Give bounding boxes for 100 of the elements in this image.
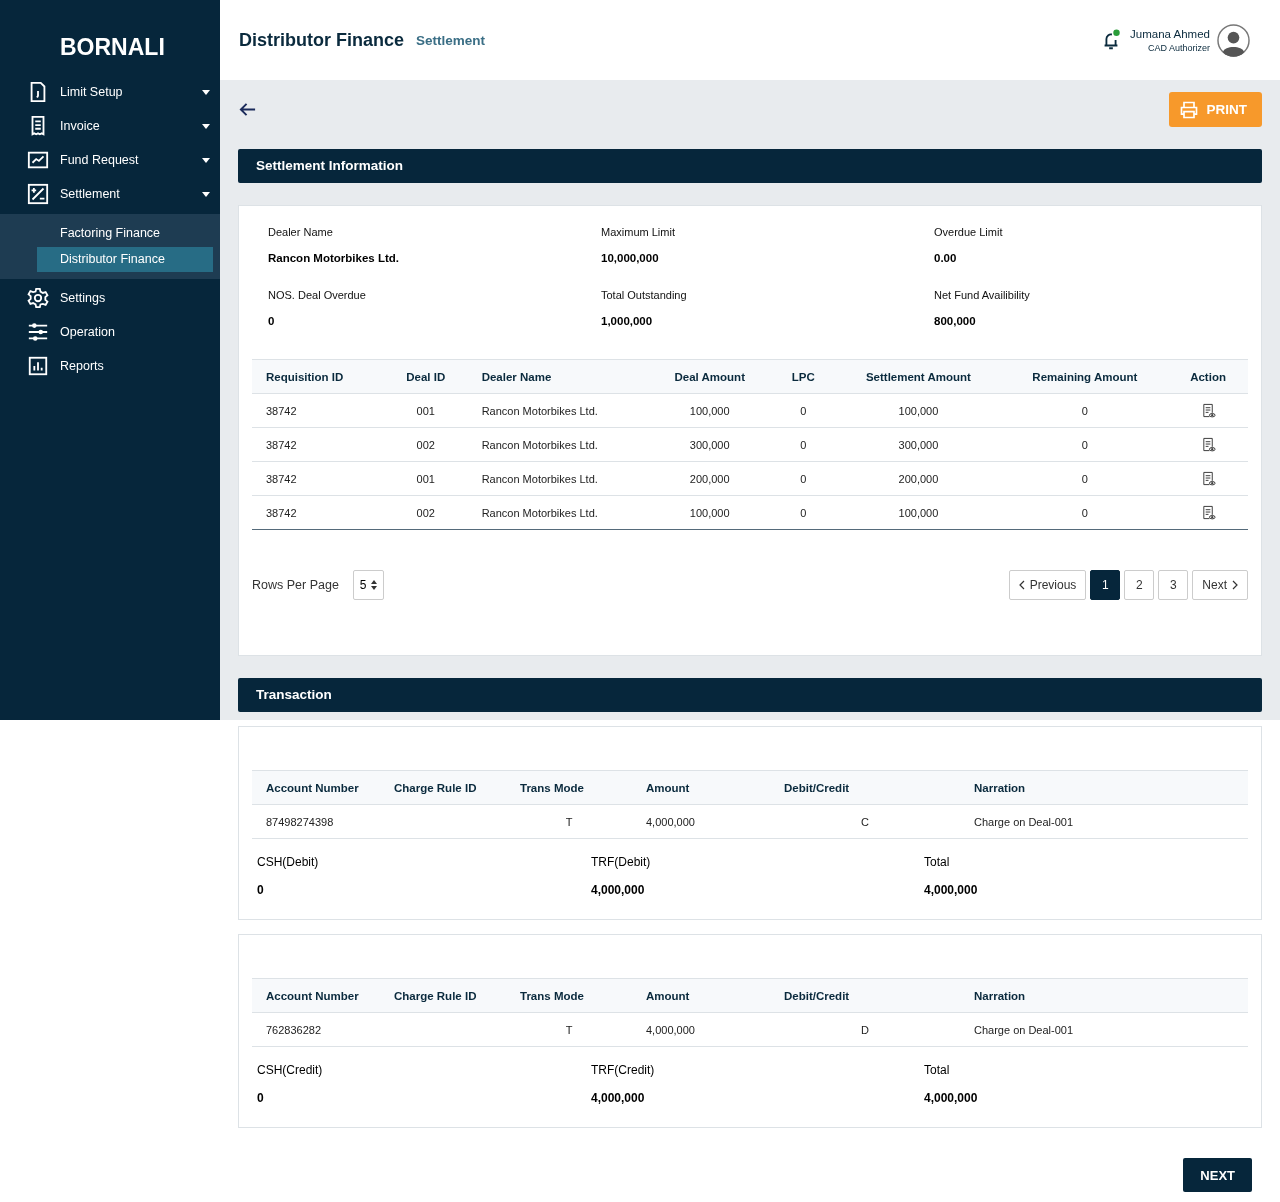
column-header: Charge Rule ID bbox=[380, 978, 506, 1013]
table-cell: Rancon Motorbikes Ltd. bbox=[467, 427, 649, 462]
table-cell: 4,000,000 bbox=[646, 815, 695, 828]
field-value: 1,000,000 bbox=[601, 315, 654, 327]
nav-item[interactable]: Invoice bbox=[0, 109, 220, 143]
column-header: Narration bbox=[960, 770, 1248, 805]
section-header: Transaction bbox=[238, 678, 1262, 712]
column-header: Debit/Credit bbox=[770, 978, 960, 1013]
next-page-button[interactable]: Next bbox=[1192, 570, 1248, 600]
table-cell: 0 bbox=[771, 427, 836, 462]
sliders-icon bbox=[27, 321, 49, 343]
table-cell: C bbox=[861, 815, 869, 828]
user-name: Jumana Ahmed bbox=[1130, 27, 1210, 40]
next-button[interactable]: NEXT bbox=[1183, 1158, 1252, 1192]
summary-value: 0 bbox=[257, 883, 265, 897]
table-cell: 762836282 bbox=[266, 1023, 322, 1036]
table-cell: 002 bbox=[383, 495, 468, 530]
page-button[interactable]: 1 bbox=[1090, 570, 1121, 600]
field-label: Net Fund Availibility bbox=[934, 289, 1031, 301]
column-header: Debit/Credit bbox=[770, 770, 960, 805]
table-cell: 002 bbox=[383, 427, 468, 462]
column-header: Deal ID bbox=[383, 359, 468, 394]
previous-button[interactable]: Previous bbox=[1008, 570, 1087, 600]
summary-label: TRF(Debit) bbox=[591, 855, 652, 869]
table-cell: 0 bbox=[1001, 461, 1169, 496]
summary-label: CSH(Credit) bbox=[257, 1063, 324, 1077]
summary-value: 4,000,000 bbox=[924, 1091, 979, 1105]
rows-per-page-select[interactable]: 5 bbox=[352, 570, 384, 600]
table-cell: T bbox=[565, 1023, 573, 1036]
nav-item[interactable]: Reports bbox=[0, 349, 220, 383]
page-button[interactable]: 3 bbox=[1158, 570, 1189, 600]
field-value: 10,000,000 bbox=[601, 252, 660, 264]
summary-value: 4,000,000 bbox=[924, 883, 979, 897]
table-cell: 100,000 bbox=[648, 495, 772, 530]
chevron-left-icon bbox=[1018, 580, 1025, 590]
nav-item[interactable]: Limit Setup bbox=[0, 75, 220, 109]
percent-icon bbox=[27, 183, 49, 205]
nav-item[interactable]: Settings bbox=[0, 281, 220, 315]
field-value: 800,000 bbox=[934, 315, 977, 327]
table-cell: 38742 bbox=[252, 393, 384, 428]
table-cell: T bbox=[565, 815, 573, 828]
table-cell: 0 bbox=[1001, 427, 1169, 462]
table-cell: 0 bbox=[771, 393, 836, 428]
table-cell: D bbox=[861, 1023, 869, 1036]
summary-label: CSH(Debit) bbox=[257, 855, 320, 869]
field-label: NOS. Deal Overdue bbox=[268, 289, 367, 301]
column-header: Trans Mode bbox=[506, 978, 632, 1013]
chart-icon bbox=[27, 149, 49, 171]
summary-label: Total bbox=[924, 855, 951, 869]
table-cell: 38742 bbox=[252, 495, 384, 530]
table-cell: 0 bbox=[1001, 495, 1169, 530]
summary-label: Total bbox=[924, 1063, 951, 1077]
nav-item[interactable]: Operation bbox=[0, 315, 220, 349]
table-cell: 100,000 bbox=[648, 393, 772, 428]
column-header: Remaining Amount bbox=[1001, 359, 1169, 394]
column-header: Deal Amount bbox=[648, 359, 772, 394]
column-header: Action bbox=[1168, 359, 1248, 394]
column-header: Settlement Amount bbox=[835, 359, 1002, 394]
field-label: Total Outstanding bbox=[601, 289, 688, 301]
view-document-icon[interactable] bbox=[1200, 471, 1216, 486]
field-label: Overdue Limit bbox=[934, 226, 1004, 238]
nav-item[interactable]: Settlement bbox=[0, 177, 220, 211]
table-cell: 001 bbox=[383, 461, 468, 496]
summary-value: 4,000,000 bbox=[591, 883, 646, 897]
table-cell: 200,000 bbox=[835, 461, 1002, 496]
gear-icon bbox=[27, 287, 49, 309]
column-header: Requisition ID bbox=[252, 359, 384, 394]
table-cell: Rancon Motorbikes Ltd. bbox=[467, 393, 649, 428]
table-cell: 200,000 bbox=[648, 461, 772, 496]
submenu-item[interactable]: Factoring Finance bbox=[37, 221, 213, 246]
table-cell: 300,000 bbox=[835, 427, 1002, 462]
column-header: Account Number bbox=[252, 770, 380, 805]
table-cell: Rancon Motorbikes Ltd. bbox=[467, 495, 649, 530]
view-document-icon[interactable] bbox=[1200, 437, 1216, 452]
summary-value: 4,000,000 bbox=[591, 1091, 646, 1105]
column-header: Dealer Name bbox=[467, 359, 649, 394]
field-label: Dealer Name bbox=[268, 226, 334, 238]
page-button[interactable]: 2 bbox=[1124, 570, 1155, 600]
view-document-icon[interactable] bbox=[1200, 403, 1216, 418]
table-cell: Charge on Deal-001 bbox=[974, 815, 1074, 828]
table-cell: Charge on Deal-001 bbox=[974, 1023, 1074, 1036]
table-cell: 0 bbox=[771, 495, 836, 530]
column-header: Trans Mode bbox=[506, 770, 632, 805]
user-role: CAD Authorizer bbox=[1147, 42, 1210, 53]
table-cell: 0 bbox=[771, 461, 836, 496]
chevron-right-icon bbox=[1232, 580, 1238, 590]
page-title: Distributor Finance bbox=[239, 29, 404, 51]
nav-item[interactable]: Fund Request bbox=[0, 143, 220, 177]
printer-icon bbox=[1178, 99, 1199, 120]
field-label: Maximum Limit bbox=[601, 226, 676, 238]
view-document-icon[interactable] bbox=[1200, 505, 1216, 520]
field-value: Rancon Motorbikes Ltd. bbox=[268, 252, 400, 264]
avatar-icon[interactable] bbox=[1217, 23, 1250, 57]
column-header: Charge Rule ID bbox=[380, 770, 506, 805]
submenu-item[interactable]: Distributor Finance bbox=[37, 247, 213, 272]
rows-per-page-label: Rows Per Page bbox=[252, 578, 339, 592]
breadcrumb: Settlement bbox=[416, 32, 486, 48]
table-cell: 0 bbox=[1001, 393, 1169, 428]
table-cell: 38742 bbox=[252, 427, 384, 462]
summary-label: TRF(Credit) bbox=[591, 1063, 656, 1077]
